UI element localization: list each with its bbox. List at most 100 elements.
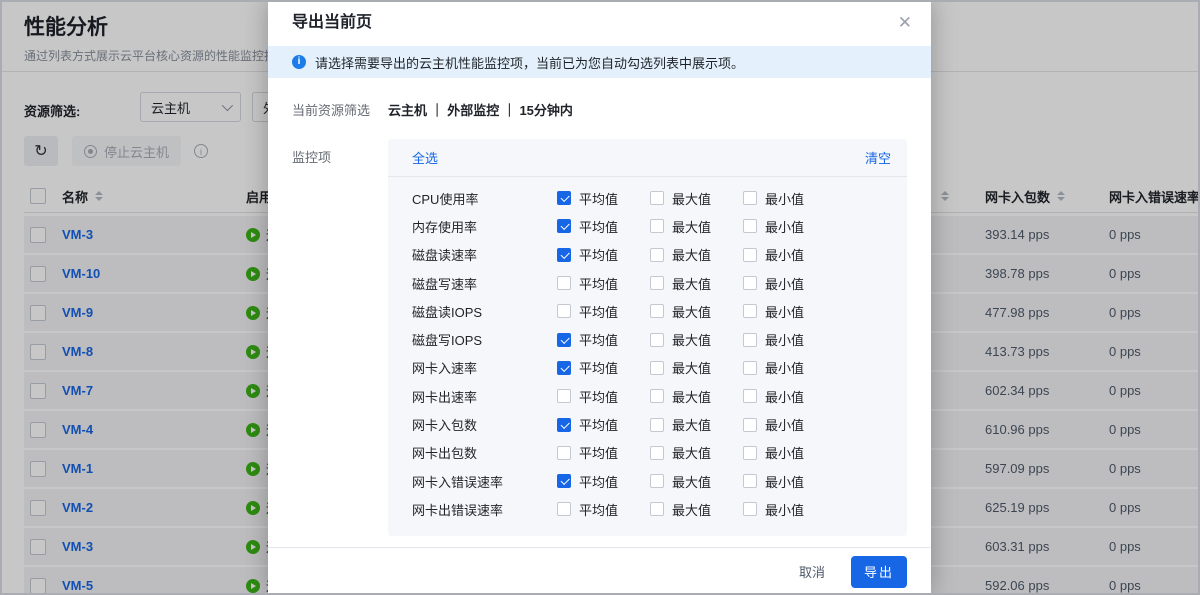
min-label: 最小值 (765, 443, 804, 462)
avg-option[interactable]: 平均值 (557, 274, 650, 293)
min-option[interactable]: 最小值 (743, 189, 836, 208)
max-checkbox[interactable] (650, 219, 664, 233)
min-option[interactable]: 最小值 (743, 217, 836, 236)
max-checkbox[interactable] (650, 418, 664, 432)
avg-checkbox[interactable] (557, 219, 571, 233)
select-all-link[interactable]: 全选 (412, 148, 438, 167)
min-label: 最小值 (765, 330, 804, 349)
min-checkbox[interactable] (743, 333, 757, 347)
min-checkbox[interactable] (743, 191, 757, 205)
min-label: 最小值 (765, 358, 804, 377)
min-option[interactable]: 最小值 (743, 443, 836, 462)
min-checkbox[interactable] (743, 304, 757, 318)
max-option[interactable]: 最大值 (650, 500, 743, 519)
max-option[interactable]: 最大值 (650, 189, 743, 208)
avg-label: 平均值 (579, 330, 618, 349)
max-option[interactable]: 最大值 (650, 302, 743, 321)
avg-checkbox[interactable] (557, 418, 571, 432)
avg-checkbox[interactable] (557, 446, 571, 460)
min-option[interactable]: 最小值 (743, 302, 836, 321)
min-option[interactable]: 最小值 (743, 415, 836, 434)
metric-row: 网卡入包数 平均值 最大值 最小值 (388, 410, 907, 438)
max-option[interactable]: 最大值 (650, 274, 743, 293)
min-option[interactable]: 最小值 (743, 358, 836, 377)
avg-option[interactable]: 平均值 (557, 472, 650, 491)
min-label: 最小值 (765, 274, 804, 293)
avg-checkbox[interactable] (557, 502, 571, 516)
min-checkbox[interactable] (743, 446, 757, 460)
metric-name: 磁盘写速率 (412, 274, 557, 293)
min-option[interactable]: 最小值 (743, 330, 836, 349)
max-checkbox[interactable] (650, 361, 664, 375)
max-option[interactable]: 最大值 (650, 245, 743, 264)
current-filter-value: 云主机 ｜ 外部监控 ｜ 15分钟内 (388, 100, 573, 119)
export-button[interactable]: 导出 (851, 556, 907, 588)
max-checkbox[interactable] (650, 502, 664, 516)
avg-checkbox[interactable] (557, 248, 571, 262)
avg-option[interactable]: 平均值 (557, 330, 650, 349)
avg-option[interactable]: 平均值 (557, 302, 650, 321)
min-option[interactable]: 最小值 (743, 387, 836, 406)
metric-row: 网卡入错误速率 平均值 最大值 最小值 (388, 467, 907, 495)
min-checkbox[interactable] (743, 276, 757, 290)
avg-checkbox[interactable] (557, 333, 571, 347)
avg-option[interactable]: 平均值 (557, 358, 650, 377)
max-checkbox[interactable] (650, 248, 664, 262)
avg-checkbox[interactable] (557, 361, 571, 375)
min-label: 最小值 (765, 500, 804, 519)
min-checkbox[interactable] (743, 418, 757, 432)
min-checkbox[interactable] (743, 389, 757, 403)
min-checkbox[interactable] (743, 502, 757, 516)
dialog-body: 当前资源筛选 云主机 ｜ 外部监控 ｜ 15分钟内 监控项 全选 清空 CPU使… (268, 78, 931, 547)
metric-name: 磁盘写IOPS (412, 330, 557, 349)
avg-option[interactable]: 平均值 (557, 387, 650, 406)
metric-row: 磁盘读速率 平均值 最大值 最小值 (388, 241, 907, 269)
max-label: 最大值 (672, 415, 711, 434)
max-option[interactable]: 最大值 (650, 472, 743, 491)
avg-checkbox[interactable] (557, 304, 571, 318)
min-option[interactable]: 最小值 (743, 274, 836, 293)
max-checkbox[interactable] (650, 474, 664, 488)
app-window: 性能分析 通过列表方式展示云平台核心资源的性能监控指标，支持 资源筛选: 云主机… (0, 0, 1200, 595)
max-option[interactable]: 最大值 (650, 387, 743, 406)
max-checkbox[interactable] (650, 304, 664, 318)
max-checkbox[interactable] (650, 276, 664, 290)
avg-label: 平均值 (579, 274, 618, 293)
max-label: 最大值 (672, 500, 711, 519)
avg-checkbox[interactable] (557, 191, 571, 205)
avg-checkbox[interactable] (557, 389, 571, 403)
metric-name: 磁盘读IOPS (412, 302, 557, 321)
min-label: 最小值 (765, 245, 804, 264)
cancel-button[interactable]: 取消 (795, 556, 829, 587)
avg-option[interactable]: 平均值 (557, 500, 650, 519)
min-option[interactable]: 最小值 (743, 472, 836, 491)
avg-option[interactable]: 平均值 (557, 415, 650, 434)
max-option[interactable]: 最大值 (650, 217, 743, 236)
max-option[interactable]: 最大值 (650, 415, 743, 434)
avg-checkbox[interactable] (557, 474, 571, 488)
max-option[interactable]: 最大值 (650, 443, 743, 462)
avg-checkbox[interactable] (557, 276, 571, 290)
max-label: 最大值 (672, 330, 711, 349)
min-option[interactable]: 最小值 (743, 245, 836, 264)
avg-option[interactable]: 平均值 (557, 443, 650, 462)
min-checkbox[interactable] (743, 248, 757, 262)
metric-name: 网卡入包数 (412, 415, 557, 434)
avg-option[interactable]: 平均值 (557, 217, 650, 236)
avg-option[interactable]: 平均值 (557, 245, 650, 264)
min-option[interactable]: 最小值 (743, 500, 836, 519)
max-label: 最大值 (672, 302, 711, 321)
min-checkbox[interactable] (743, 219, 757, 233)
max-checkbox[interactable] (650, 446, 664, 460)
max-option[interactable]: 最大值 (650, 358, 743, 377)
max-checkbox[interactable] (650, 333, 664, 347)
clear-link[interactable]: 清空 (865, 148, 891, 167)
min-checkbox[interactable] (743, 474, 757, 488)
min-checkbox[interactable] (743, 361, 757, 375)
max-checkbox[interactable] (650, 191, 664, 205)
close-icon[interactable]: ✕ (894, 0, 916, 46)
max-option[interactable]: 最大值 (650, 330, 743, 349)
max-checkbox[interactable] (650, 389, 664, 403)
avg-option[interactable]: 平均值 (557, 189, 650, 208)
dialog-title: 导出当前页 (292, 14, 372, 31)
